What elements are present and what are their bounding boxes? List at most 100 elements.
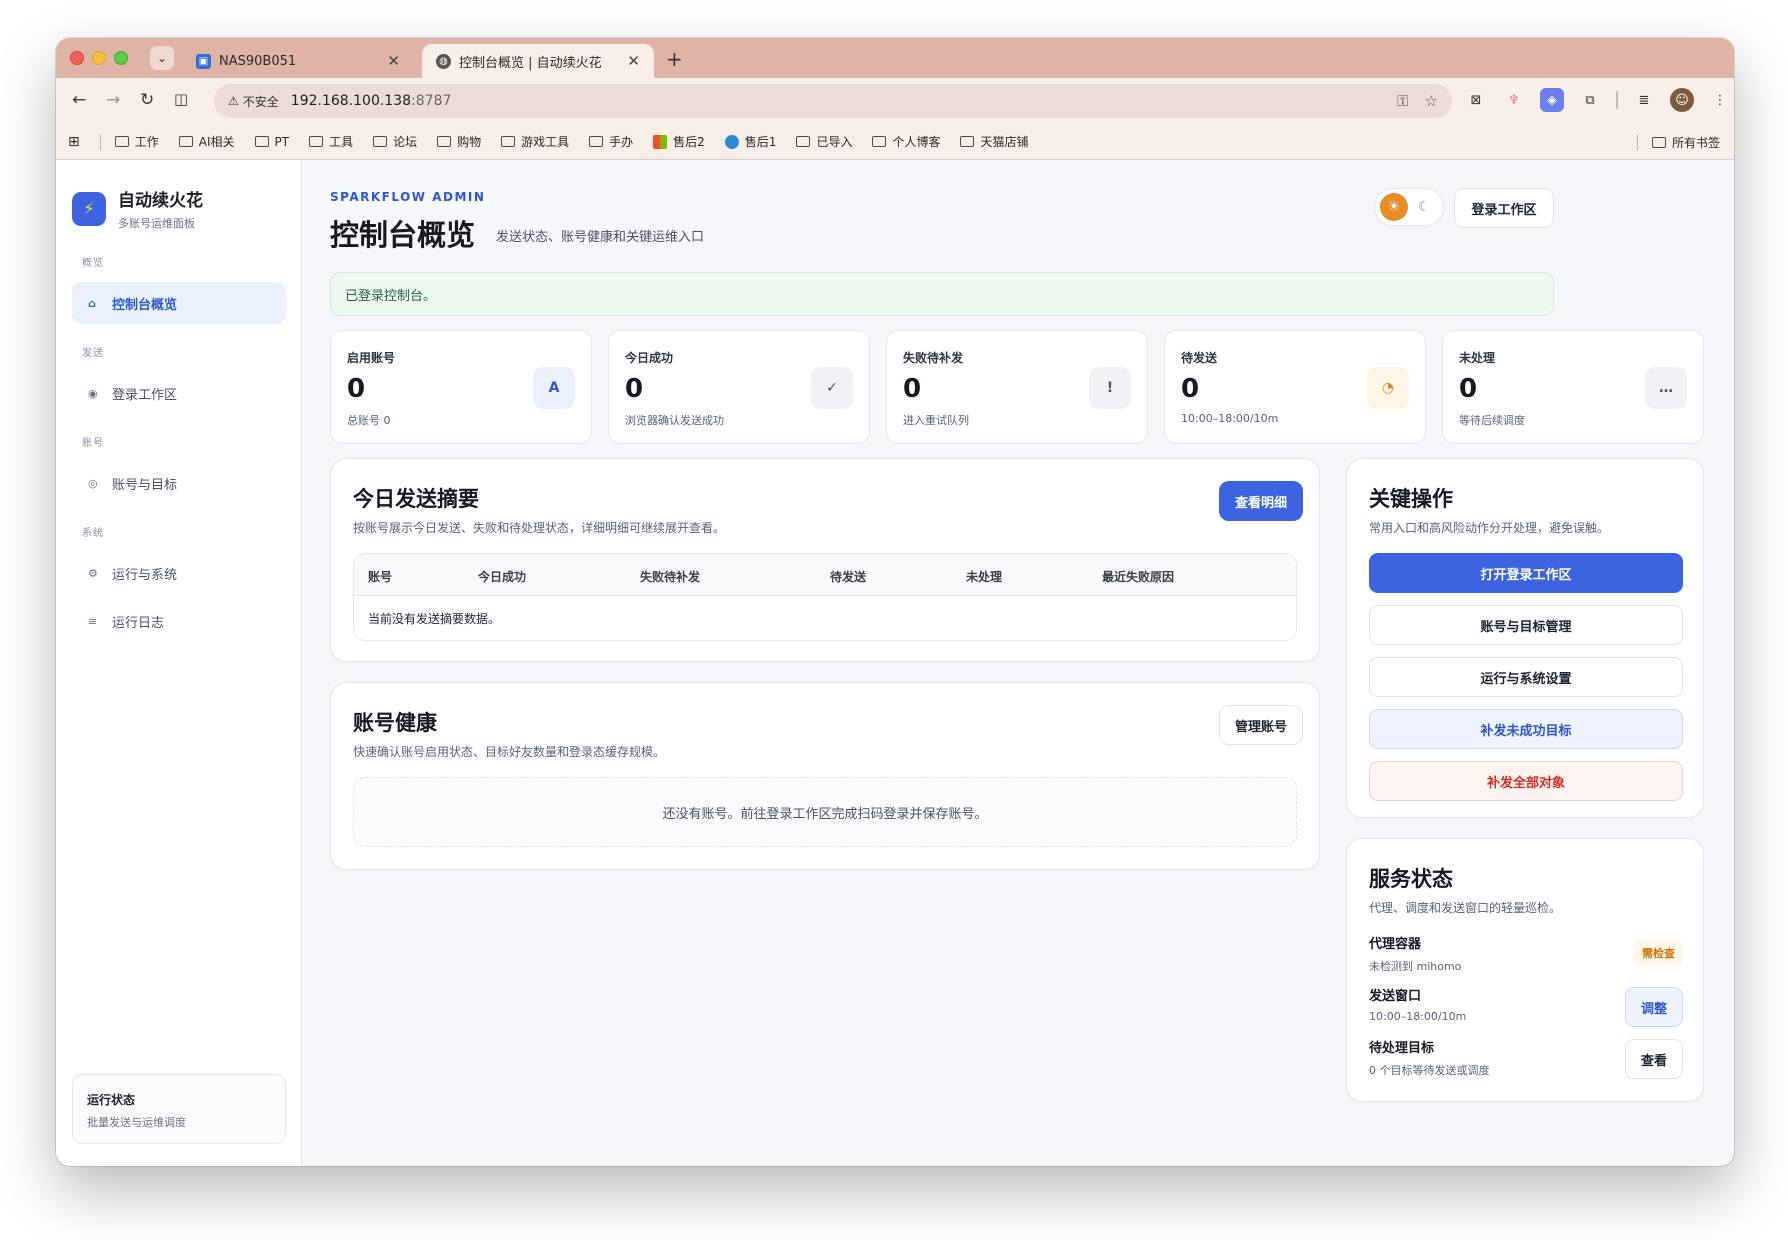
sidebar-item-logs[interactable]: ≡ 运行日志 [72, 600, 286, 642]
view-details-button[interactable]: 查看明细 [1219, 481, 1303, 521]
security-indicator[interactable]: ⚠ 不安全 [228, 93, 279, 110]
resend-failed-button[interactable]: 补发未成功目标 [1369, 709, 1683, 749]
resend-all-button[interactable]: 补发全部对象 [1369, 761, 1683, 801]
close-window-button[interactable] [70, 51, 84, 65]
bookmark-folder[interactable]: 工作 [114, 133, 159, 150]
browser-toolbar: ← → ↻ ◫ ⚠ 不安全 192.168.100.138:8787 ⚿ ☆ ⊠… [56, 78, 1734, 124]
folder-icon [501, 136, 516, 147]
service-row-proxy: 代理容器 未检测到 mihomo 需检查 [1369, 933, 1683, 977]
pink-extension-icon[interactable]: ♆ [1502, 88, 1526, 112]
column-header[interactable]: 账号 [368, 568, 392, 585]
run-status-card: 运行状态 批量发送与运维调度 [72, 1074, 286, 1144]
runtime-settings-button[interactable]: 运行与系统设置 [1369, 657, 1683, 697]
back-arrow-icon[interactable]: ← [72, 90, 86, 110]
bookmark-folder[interactable]: 购物 [437, 133, 481, 150]
forward-arrow-icon[interactable]: → [106, 90, 120, 110]
column-header[interactable]: 失败待补发 [640, 568, 700, 585]
key-actions-card: 关键操作 常用入口和高风险动作分开处理，避免误触。 打开登录工作区 账号与目标管… [1346, 458, 1704, 818]
nav-section-accounts: 账号 [82, 438, 104, 449]
bookmark-folder[interactable]: PT [254, 135, 289, 149]
key-icon[interactable]: ⚿ [1397, 92, 1408, 110]
sidebar-item-dashboard[interactable]: ⌂ 控制台概览 [72, 282, 286, 324]
folder-icon [309, 136, 324, 147]
app-root: ⚡ 自动续火花 多账号运维面板 概览 ⌂ 控制台概览 发送 ◉ 登录工作区 账号… [56, 160, 1734, 1166]
lightning-logo-icon: ⚡ [72, 191, 106, 226]
sidebar-item-label: 账号与目标 [112, 477, 178, 493]
service-status-card: 服务状态 代理、调度和发送窗口的轻量巡检。 代理容器 未检测到 mihomo 需… [1346, 838, 1704, 1102]
login-workspace-button[interactable]: 登录工作区 [1454, 188, 1554, 228]
stat-card-active-accounts: 启用账号 0 总账号 0 A [330, 330, 592, 444]
star-bookmark-icon[interactable]: ☆ [1425, 92, 1438, 110]
zoom-window-button[interactable] [114, 51, 128, 65]
tab-title: 控制台概览 | 自动续火花 [459, 55, 602, 71]
nav-section-overview: 概览 [82, 258, 104, 269]
view-button[interactable]: 查看 [1625, 1039, 1683, 1079]
extensions-puzzle-icon[interactable]: ⧉ [1578, 88, 1602, 112]
menu-kebab-icon[interactable]: ⋮ [1708, 88, 1732, 112]
tab-nas[interactable]: ▣ NAS90B051 ✕ [182, 44, 414, 78]
sidebar: ⚡ 自动续火花 多账号运维面板 概览 ⌂ 控制台概览 发送 ◉ 登录工作区 账号… [56, 160, 302, 1166]
target-icon: ◎ [88, 476, 98, 490]
sidebar-item-login-workspace[interactable]: ◉ 登录工作区 [72, 372, 286, 414]
bookmark-folder[interactable]: 个人博客 [872, 133, 940, 150]
column-header[interactable]: 待发送 [830, 568, 866, 585]
adjust-button[interactable]: 调整 [1625, 987, 1683, 1027]
stat-sub: 10:00–18:00/10m [1181, 412, 1279, 425]
bookmark-folder[interactable]: AI相关 [178, 133, 235, 150]
summary-title: 今日发送摘要 [353, 487, 479, 511]
close-tab-icon[interactable]: ✕ [387, 52, 400, 70]
bookmark-folder[interactable]: 工具 [309, 133, 353, 150]
close-tab-icon[interactable]: ✕ [627, 52, 640, 70]
stat-label: 失败待补发 [903, 351, 964, 365]
reload-icon[interactable]: ↻ [140, 90, 154, 110]
home-icon: ⌂ [88, 296, 96, 310]
accounts-targets-button[interactable]: 账号与目标管理 [1369, 605, 1683, 645]
all-bookmarks[interactable]: 所有书签 [1636, 124, 1720, 160]
table-empty-row: 当前没有发送摘要数据。 [368, 611, 501, 626]
tab-dashboard[interactable]: ◍ 控制台概览 | 自动续火花 ✕ [422, 44, 654, 78]
warning-triangle-icon: ⚠ [228, 94, 239, 108]
nav-section-send: 发送 [82, 348, 104, 359]
run-status-title: 运行状态 [87, 1093, 136, 1107]
reading-mode-icon[interactable]: ◫ [174, 90, 188, 108]
column-header[interactable]: 今日成功 [478, 568, 526, 585]
bookmark-link[interactable]: 售后1 [724, 133, 776, 150]
blue-extension-icon[interactable]: ◈ [1540, 88, 1564, 112]
stat-label: 今日成功 [625, 351, 674, 365]
bookmark-folder[interactable]: 已导入 [796, 133, 852, 150]
folder-icon [796, 136, 811, 147]
table-header: 账号 今日成功 失败待补发 待发送 未处理 最近失败原因 [354, 554, 1296, 596]
minimize-window-button[interactable] [92, 51, 106, 65]
service-row-pending-targets: 待处理目标 0 个目标等待发送或调度 查看 [1369, 1037, 1683, 1081]
column-header[interactable]: 最近失败原因 [1102, 568, 1174, 585]
sidebar-item-accounts-targets[interactable]: ◎ 账号与目标 [72, 462, 286, 504]
theme-toggle[interactable]: ☀ ☾ [1374, 188, 1444, 226]
stat-label: 待发送 [1181, 351, 1218, 365]
bookmark-folder[interactable]: 游戏工具 [501, 133, 569, 150]
folder-icon [1651, 136, 1666, 148]
bookmark-divider [1636, 134, 1638, 150]
status-badge: 需检查 [1634, 941, 1683, 965]
bookmark-folder[interactable]: 手办 [589, 133, 633, 150]
address-bar[interactable]: ⚠ 不安全 192.168.100.138:8787 ⚿ ☆ [214, 84, 1452, 118]
folder-icon [373, 136, 388, 147]
bookmark-folder[interactable]: 天猫店铺 [960, 133, 1028, 150]
sidebar-item-label: 控制台概览 [112, 297, 178, 313]
profile-avatar[interactable]: ☺ [1670, 88, 1694, 112]
new-tab-plus-icon[interactable]: + [666, 47, 683, 71]
tab-search-chevron-icon[interactable]: ⌄ [150, 46, 174, 70]
stat-label: 启用账号 [347, 351, 396, 365]
open-login-workspace-button[interactable]: 打开登录工作区 [1369, 553, 1683, 593]
column-header[interactable]: 未处理 [966, 568, 1002, 585]
media-list-icon[interactable]: ≣ [1632, 88, 1656, 112]
brand[interactable]: ⚡ 自动续火花 多账号运维面板 [72, 186, 203, 231]
bookmark-link[interactable]: 售后2 [653, 133, 705, 150]
apps-grid-icon[interactable]: ⊞ [68, 134, 80, 150]
bookmark-folder[interactable]: 论坛 [373, 133, 417, 150]
folder-icon [114, 136, 129, 147]
manage-accounts-button[interactable]: 管理账号 [1219, 705, 1303, 745]
screenshot-extension-icon[interactable]: ⊠ [1464, 88, 1488, 112]
sidebar-item-runtime-system[interactable]: ⚙ 运行与系统 [72, 552, 286, 594]
service-row-send-window: 发送窗口 10:00–18:00/10m 调整 [1369, 985, 1683, 1029]
extension-icons: ⊠ ♆ ◈ ⧉ ≣ ☺ ⋮ [1464, 88, 1732, 112]
